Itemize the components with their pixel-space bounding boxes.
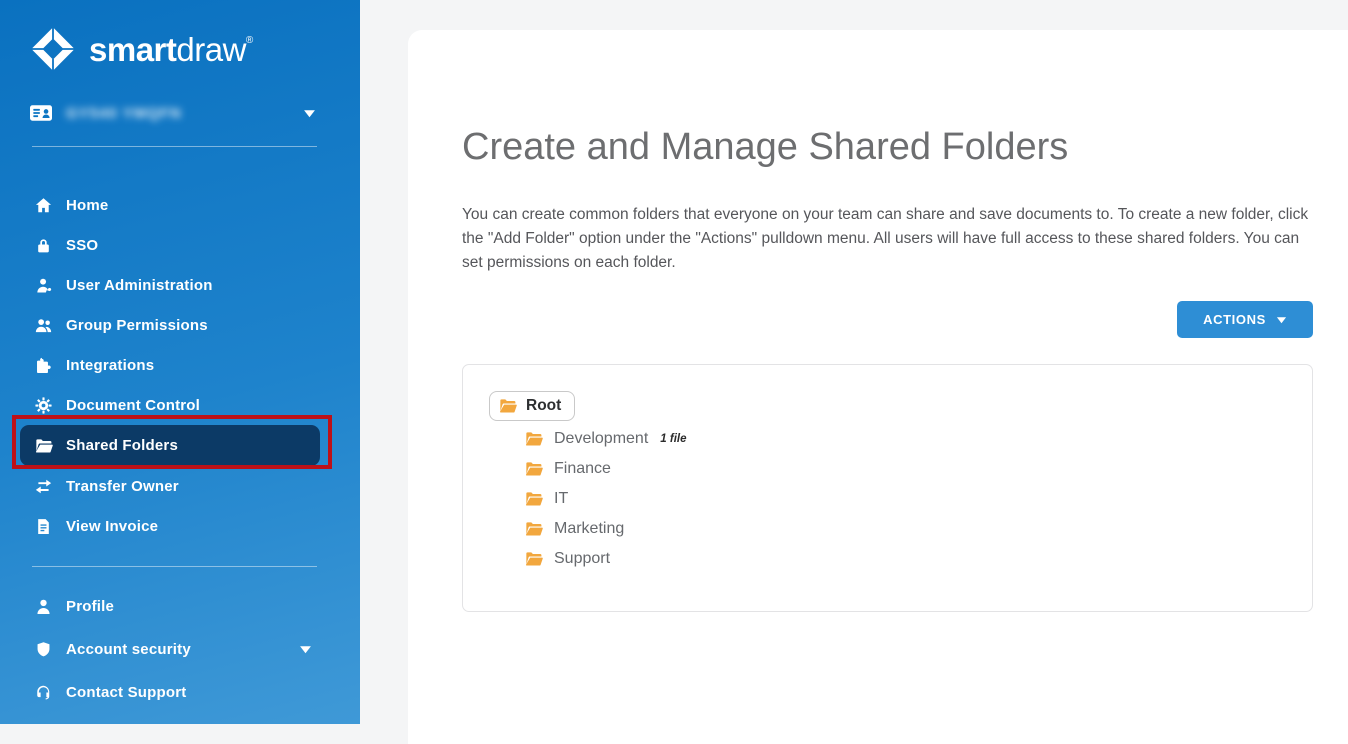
user-icon <box>34 598 53 616</box>
folder-tree-panel: Root Development 1 file Finance IT <box>462 364 1313 612</box>
sidebar-item-label: Account security <box>66 641 191 658</box>
chevron-down-icon[interactable] <box>299 645 312 654</box>
chevron-down-icon[interactable] <box>303 109 316 118</box>
sidebar-divider <box>32 566 317 567</box>
brand-wordmark: smartdraw® <box>89 33 253 66</box>
sidebar-item-label: Document Control <box>66 397 200 414</box>
folder-name: Root <box>526 397 561 415</box>
brand-word-light: draw <box>176 31 246 68</box>
account-name-blurred: GY540 YMQFN <box>66 105 182 122</box>
folder-open-icon <box>525 431 543 447</box>
brand-logo: smartdraw® <box>0 0 360 72</box>
sidebar-divider <box>32 146 317 147</box>
user-admin-icon <box>34 276 53 294</box>
shield-icon <box>34 641 53 659</box>
folder-open-icon <box>525 461 543 477</box>
sidebar-item-label: Home <box>66 197 108 214</box>
sidebar-item-label: Contact Support <box>66 684 187 701</box>
puzzle-icon <box>34 356 53 374</box>
sidebar-item-sso[interactable]: SSO <box>0 225 360 265</box>
folder-row-support[interactable]: Support <box>463 544 1312 574</box>
folder-name: Development <box>554 430 648 448</box>
sidebar-item-label: View Invoice <box>66 518 158 535</box>
folder-row-finance[interactable]: Finance <box>463 454 1312 484</box>
sidebar-item-label: Shared Folders <box>66 437 178 454</box>
sidebar-item-integrations[interactable]: Integrations <box>0 345 360 385</box>
page-description: You can create common folders that every… <box>462 203 1312 275</box>
sidebar-item-contact-support[interactable]: Contact Support <box>0 671 360 714</box>
folder-tree-children: Development 1 file Finance IT Marketing <box>463 424 1312 574</box>
folder-row-development[interactable]: Development 1 file <box>463 424 1312 454</box>
page-title: Create and Manage Shared Folders <box>462 126 1068 169</box>
sidebar-item-transfer-owner[interactable]: Transfer Owner <box>0 466 360 506</box>
folder-open-icon <box>525 551 543 567</box>
folder-name: Support <box>554 550 610 568</box>
lock-icon <box>34 236 53 254</box>
account-selector[interactable]: GY540 YMQFN <box>30 100 316 126</box>
folder-name: Marketing <box>554 520 624 538</box>
sidebar-item-label: User Administration <box>66 277 213 294</box>
actions-button-label: ACTIONS <box>1203 312 1266 327</box>
sidebar-item-home[interactable]: Home <box>0 185 360 225</box>
folder-open-icon <box>525 491 543 507</box>
sidebar-item-account-security[interactable]: Account security <box>0 628 360 671</box>
content-card: Create and Manage Shared Folders You can… <box>408 30 1348 744</box>
sidebar-item-label: Group Permissions <box>66 317 208 334</box>
invoice-icon <box>34 517 53 535</box>
folder-file-count: 1 file <box>660 433 686 445</box>
sidebar-item-document-control[interactable]: Document Control <box>0 385 360 425</box>
sidebar-nav: Home SSO User Administration Group Permi… <box>0 185 360 546</box>
sidebar: smartdraw® GY540 YMQFN Home SSO User Adm… <box>0 0 360 724</box>
folder-open-icon <box>525 521 543 537</box>
transfer-icon <box>34 477 53 495</box>
sidebar-item-label: SSO <box>66 237 98 254</box>
sidebar-item-label: Profile <box>66 598 114 615</box>
folder-open-icon <box>34 437 53 455</box>
folder-root-node[interactable]: Root <box>489 391 575 421</box>
main-area: Create and Manage Shared Folders You can… <box>360 0 1348 724</box>
sidebar-item-profile[interactable]: Profile <box>0 585 360 628</box>
home-icon <box>34 196 53 214</box>
folder-name: Finance <box>554 460 611 478</box>
smartdraw-logo-icon <box>30 26 76 72</box>
registered-mark: ® <box>246 35 253 46</box>
folder-row-it[interactable]: IT <box>463 484 1312 514</box>
headset-icon <box>34 684 53 702</box>
sidebar-item-user-administration[interactable]: User Administration <box>0 265 360 305</box>
actions-button[interactable]: ACTIONS <box>1177 301 1313 338</box>
folder-row-marketing[interactable]: Marketing <box>463 514 1312 544</box>
users-icon <box>34 316 53 334</box>
sidebar-item-shared-folders[interactable]: Shared Folders <box>20 425 320 466</box>
folder-name: IT <box>554 490 568 508</box>
id-card-icon <box>30 104 52 122</box>
sidebar-item-group-permissions[interactable]: Group Permissions <box>0 305 360 345</box>
sidebar-item-view-invoice[interactable]: View Invoice <box>0 506 360 546</box>
sidebar-item-label: Transfer Owner <box>66 478 179 495</box>
sidebar-secondary-nav: Profile Account security Contact Support <box>0 585 360 714</box>
brand-word-bold: smart <box>89 31 176 68</box>
folder-open-icon <box>499 398 517 414</box>
caret-down-icon <box>1276 316 1287 324</box>
gear-icon <box>34 396 53 414</box>
sidebar-item-label: Integrations <box>66 357 154 374</box>
